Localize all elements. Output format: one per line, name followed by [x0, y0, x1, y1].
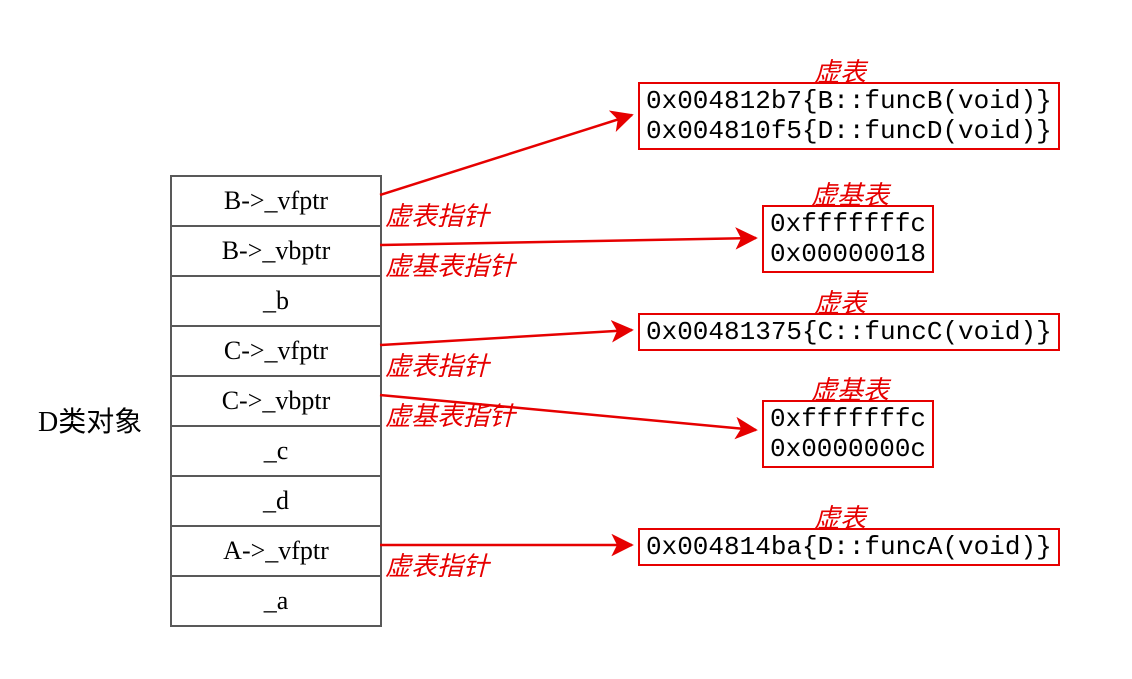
- vtable-B-line0: 0x004812b7{B::funcB(void)}: [646, 86, 1052, 116]
- vtable-A-line0: 0x004814ba{D::funcA(void)}: [646, 532, 1052, 562]
- ptr-label-B-vbptr: 虚基表指针: [385, 246, 515, 283]
- vbtable-B-line0: 0xfffffffc: [770, 209, 926, 239]
- row-d: _d: [172, 477, 380, 527]
- row-B-vfptr: B->_vfptr: [172, 177, 380, 227]
- row-C-vfptr: C->_vfptr: [172, 327, 380, 377]
- vtable-A: 0x004814ba{D::funcA(void)}: [638, 528, 1060, 566]
- arrow-C-vfptr: [380, 330, 632, 345]
- object-label: D类对象: [38, 400, 142, 440]
- vtable-C: 0x00481375{C::funcC(void)}: [638, 313, 1060, 351]
- vtable-B-line1: 0x004810f5{D::funcD(void)}: [646, 116, 1052, 146]
- object-memory-table: B->_vfptr B->_vbptr _b C->_vfptr C->_vbp…: [170, 175, 382, 627]
- ptr-label-A-vfptr: 虚表指针: [385, 546, 489, 583]
- vbtable-C-line1: 0x0000000c: [770, 434, 926, 464]
- row-a: _a: [172, 577, 380, 627]
- vtable-B: 0x004812b7{B::funcB(void)} 0x004810f5{D:…: [638, 82, 1060, 150]
- row-B-vbptr: B->_vbptr: [172, 227, 380, 277]
- diagram-stage: D类对象 B->_vfptr B->_vbptr _b C->_vfptr C-…: [0, 0, 1132, 679]
- ptr-label-B-vfptr: 虚表指针: [385, 196, 489, 233]
- arrow-B-vbptr: [380, 238, 756, 245]
- vtable-C-line0: 0x00481375{C::funcC(void)}: [646, 317, 1052, 347]
- row-c: _c: [172, 427, 380, 477]
- vbtable-B: 0xfffffffc 0x00000018: [762, 205, 934, 273]
- vbtable-C: 0xfffffffc 0x0000000c: [762, 400, 934, 468]
- row-b: _b: [172, 277, 380, 327]
- row-C-vbptr: C->_vbptr: [172, 377, 380, 427]
- ptr-label-C-vfptr: 虚表指针: [385, 346, 489, 383]
- arrow-B-vfptr: [380, 115, 632, 195]
- ptr-label-C-vbptr: 虚基表指针: [385, 396, 515, 433]
- vbtable-C-line0: 0xfffffffc: [770, 404, 926, 434]
- row-A-vfptr: A->_vfptr: [172, 527, 380, 577]
- vbtable-B-line1: 0x00000018: [770, 239, 926, 269]
